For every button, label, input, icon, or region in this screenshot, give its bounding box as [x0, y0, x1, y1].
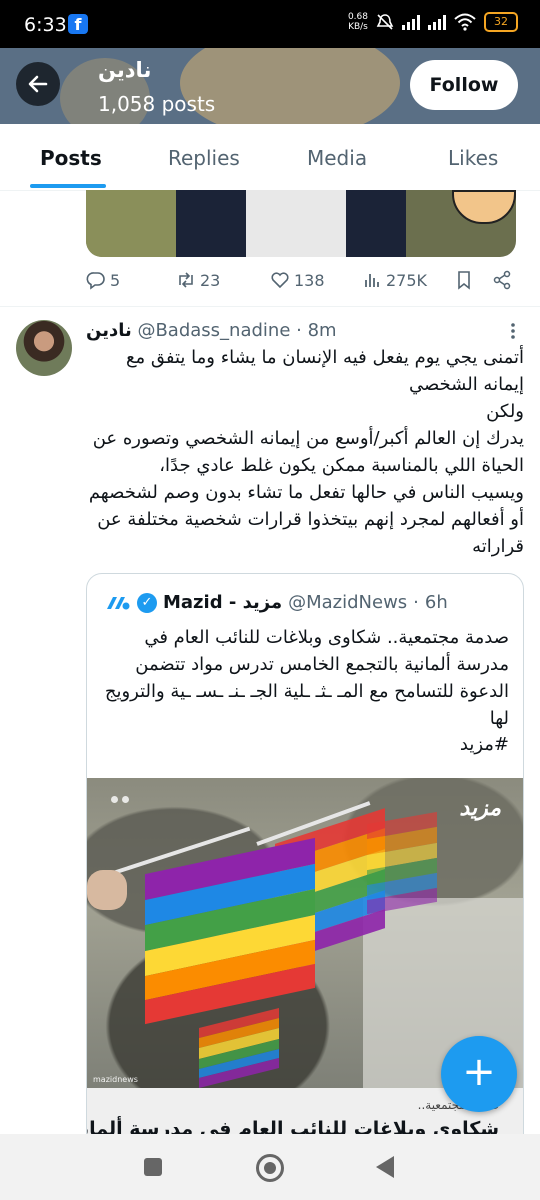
repost-button[interactable]: 23	[176, 270, 220, 290]
previous-tweet-image[interactable]	[86, 190, 516, 257]
like-button[interactable]: 138	[270, 270, 325, 290]
system-nav-bar	[0, 1134, 540, 1200]
image-region	[86, 190, 176, 257]
battery-icon: 32	[484, 12, 518, 32]
bookmark-icon	[458, 271, 470, 290]
image-dots	[111, 796, 129, 803]
reply-icon	[86, 272, 105, 290]
hand-shape	[87, 870, 127, 910]
like-count: 138	[294, 270, 325, 290]
image-region	[452, 190, 516, 224]
quoted-separator: ·	[413, 592, 419, 613]
tweet-divider	[0, 306, 540, 307]
repost-count: 23	[200, 270, 221, 290]
back-button[interactable]	[16, 62, 60, 106]
tab-posts[interactable]: Posts	[40, 146, 102, 170]
signal-icon-1	[402, 14, 420, 30]
reply-count: 5	[110, 270, 121, 290]
verified-badge-icon: ✓	[137, 592, 157, 613]
network-speed-unit: KB/s	[348, 22, 368, 32]
wifi-icon	[454, 13, 476, 31]
share-button[interactable]	[492, 270, 512, 290]
views-icon	[365, 274, 379, 287]
active-tab-indicator	[30, 184, 106, 188]
quoted-tweet-header: ✓ Mazid - مزيد @MazidNews · 6h	[105, 592, 448, 613]
home-icon[interactable]	[256, 1154, 284, 1182]
quoted-hashtag[interactable]: #مزيد	[460, 734, 509, 755]
quoted-tweet-text: صدمة مجتمعية.. شكاوى وبلاغات للنائب العا…	[104, 627, 509, 729]
quoted-time: 6h	[424, 592, 448, 613]
tweet-header: نادين @Badass_nadine · 8m	[86, 320, 476, 341]
profile-header: نادين 1,058 posts Follow	[0, 48, 540, 124]
quoted-author-name: Mazid - مزيد	[163, 592, 283, 613]
views-button[interactable]: 275K	[362, 270, 427, 290]
arrow-left-icon	[28, 75, 48, 93]
reply-button[interactable]: 5	[86, 270, 120, 290]
plus-icon: +	[462, 1049, 496, 1095]
tab-replies[interactable]: Replies	[168, 146, 240, 170]
tweet-time[interactable]: 8m	[308, 320, 337, 341]
mute-icon	[376, 14, 394, 30]
profile-tabs: Posts Replies Media Likes	[0, 124, 540, 191]
quoted-author-handle: @MazidNews	[288, 592, 408, 613]
share-icon	[493, 270, 511, 290]
image-footer-text: mazidnews	[93, 1075, 138, 1084]
signal-icon-2	[428, 14, 446, 30]
status-time: 6:33	[24, 14, 67, 36]
repost-icon	[179, 272, 193, 288]
tweet-author-handle[interactable]: @Badass_nadine	[137, 320, 290, 341]
tweet-separator: ·	[296, 320, 302, 341]
follow-button[interactable]: Follow	[410, 60, 518, 110]
status-bar: 6:33 f 0.68 KB/s 32	[0, 0, 540, 48]
compose-button[interactable]: +	[441, 1036, 517, 1112]
network-speed: 0.68 KB/s	[348, 12, 368, 32]
back-icon[interactable]	[376, 1156, 394, 1178]
tab-likes[interactable]: Likes	[448, 146, 498, 170]
facebook-notification-icon: f	[68, 14, 88, 34]
previous-tweet-actions: 5 23 138 275K	[86, 270, 516, 296]
more-options-icon[interactable]	[510, 322, 516, 340]
tweet-text: أتمنى يجي يوم يفعل فيه الإنسان ما يشاء و…	[88, 347, 524, 557]
tweet-author-name[interactable]: نادين	[86, 320, 132, 341]
avatar[interactable]	[16, 320, 72, 376]
rainbow-flag	[367, 811, 437, 915]
tab-media[interactable]: Media	[307, 146, 367, 170]
views-count: 275K	[386, 270, 428, 290]
profile-name: نادين	[98, 58, 152, 82]
heart-icon	[271, 272, 289, 289]
image-region	[246, 190, 346, 257]
mazid-logo-icon	[107, 596, 130, 609]
bookmark-button[interactable]	[454, 270, 474, 290]
network-speed-value: 0.68	[347, 12, 368, 22]
image-watermark: مزيد	[459, 796, 501, 821]
recent-apps-icon[interactable]	[144, 1158, 162, 1176]
posts-count: 1,058 posts	[98, 92, 216, 116]
status-indicators: 0.68 KB/s 32	[348, 12, 518, 32]
